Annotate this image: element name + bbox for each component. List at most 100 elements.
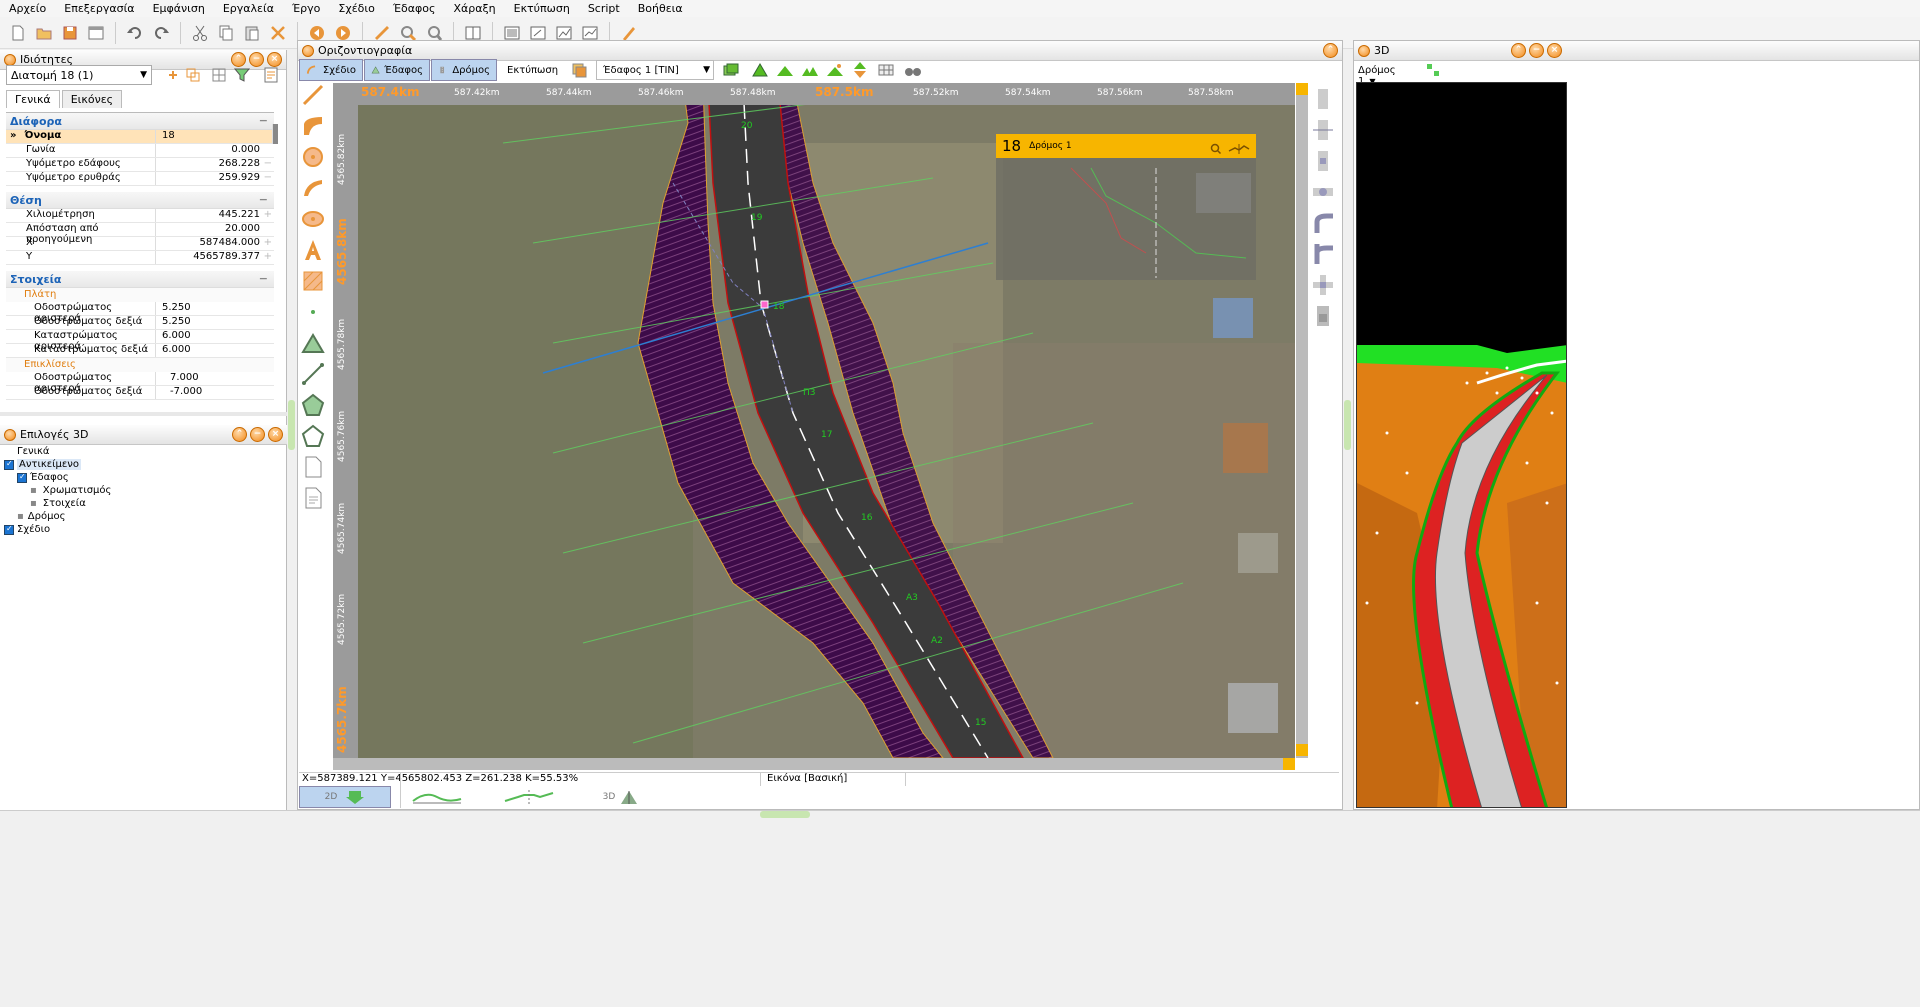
close-button[interactable]: × [1547,43,1562,58]
checkbox[interactable] [4,524,14,535]
break-line-tool[interactable] [299,359,327,388]
ellipse-tool[interactable] [299,204,327,233]
triangle-tool[interactable] [299,328,327,357]
road-tool-8[interactable] [1310,302,1336,330]
property-row[interactable]: Υψόμετρο εδάφους 268.228− [6,158,274,172]
paste-button[interactable] [240,21,264,45]
report-icon[interactable] [262,66,280,84]
grid-toggle-icon[interactable] [1426,63,1440,77]
terrain-tool-3[interactable] [773,59,797,81]
menu-file[interactable]: Αρχείο [0,0,55,17]
copy-props-icon[interactable] [184,66,202,84]
road-tool-7[interactable] [1310,271,1336,299]
terrain-tool-6[interactable] [848,59,872,81]
document-tool[interactable] [299,452,327,481]
hatch-tool[interactable] [299,266,327,295]
menu-print[interactable]: Εκτύπωση [505,0,579,17]
terrain-tool-4[interactable] [798,59,822,81]
menu-script[interactable]: Script [579,0,629,17]
tab-3d[interactable]: 3D [575,786,667,808]
property-value[interactable]: 18 [156,130,274,143]
checkbox[interactable] [17,472,27,483]
properties-button[interactable] [84,21,108,45]
subsection-slopes[interactable]: Επικλίσεις [6,358,274,372]
property-value[interactable]: 268.228− [156,158,274,171]
property-row[interactable]: Οδοστρώματος αριστερά 7.000 [6,372,274,394]
terrain-tool-2[interactable] [748,59,772,81]
terrain-tool-7[interactable] [873,59,899,81]
road-tool-2[interactable] [1310,116,1336,144]
left-splitter-handle[interactable] [288,400,295,450]
layers-button[interactable] [563,59,595,81]
property-row[interactable]: Οδοστρώματος δεξιά -7.000 [6,386,274,400]
circle-tool[interactable] [299,142,327,171]
section-position[interactable]: Θέση − [6,192,274,209]
arc-tool[interactable] [299,111,327,140]
tab-images[interactable]: Εικόνες [61,90,123,108]
road-tool-4[interactable] [1310,178,1336,206]
tab-cross-section[interactable] [483,786,575,808]
horizontal-splitter[interactable] [0,412,287,416]
cut-button[interactable] [188,21,212,45]
property-row[interactable]: Οδοστρώματος δεξιά 5.250 [6,316,274,330]
section-elements[interactable]: Στοιχεία − [6,271,274,288]
menu-tools[interactable]: Εργαλεία [214,0,283,17]
object-selector[interactable]: Διατομή 18 (1) ▼ [6,65,152,85]
tree-item[interactable]: ▪ Χρωματισμός [0,484,287,497]
menu-terrain[interactable]: Έδαφος [384,0,445,17]
subsection-widths[interactable]: Πλάτη [6,288,274,302]
close-button[interactable]: × [268,427,283,442]
tree-item[interactable]: ▪ Δρόμος [0,510,287,523]
property-value[interactable]: 6.000 [156,344,274,357]
property-value[interactable]: 587484.000 + [156,237,274,250]
point-tool[interactable] [299,297,327,326]
property-value[interactable]: 4565789.377 + [156,251,274,264]
property-value[interactable]: 5.250 [156,316,274,329]
property-row[interactable]: Καταστρώματος αριστερά 6.000 [6,330,274,352]
menu-edit[interactable]: Επεξεργασία [55,0,143,17]
tab-road[interactable]: Δρόμος [431,59,497,81]
copy-button[interactable] [214,21,238,45]
property-value[interactable]: 7.000 [156,372,274,385]
boundary-tool[interactable] [299,421,327,450]
polygon-tool[interactable] [299,390,327,419]
redo-button[interactable] [149,21,173,45]
scroll-right-button[interactable] [1283,758,1295,770]
tree-item[interactable]: ▪ Στοιχεία [0,497,287,510]
text-tool[interactable] [299,235,327,264]
property-row[interactable]: Οδοστρώματος αριστερά 5.250 [6,302,274,324]
section-misc[interactable]: Διάφορα − [6,113,274,130]
tab-profile[interactable] [391,786,483,808]
property-row[interactable]: X 587484.000 + [6,237,274,251]
float-button[interactable]: − [1529,43,1544,58]
collapse-button[interactable]: ⌃ [1323,43,1338,58]
menu-view[interactable]: Εμφάνιση [144,0,214,17]
binoculars-button[interactable] [900,59,926,81]
section-marker[interactable] [760,300,769,309]
right-splitter-handle[interactable] [1344,400,1351,450]
grid-icon[interactable] [210,66,228,84]
tab-2d[interactable]: 2D [299,786,391,808]
section-profile-icon[interactable] [1228,143,1250,155]
scroll-down-button[interactable] [1296,744,1308,756]
property-row[interactable]: Y 4565789.377 + [6,251,274,265]
pin-icon[interactable] [164,66,182,84]
menu-drawing[interactable]: Σχέδιο [329,0,383,17]
map-vertical-scrollbar[interactable] [1296,83,1308,758]
checkbox[interactable] [4,459,14,470]
view3d-canvas[interactable] [1356,82,1567,808]
terrain-tool-1[interactable] [715,59,747,81]
menu-help[interactable]: Βοήθεια [629,0,692,17]
tree-item[interactable]: Έδαφος [0,471,287,484]
property-value[interactable]: 0.000 [156,144,274,157]
document-text-tool[interactable] [299,483,327,512]
new-file-button[interactable] [6,21,30,45]
undo-button[interactable] [123,21,147,45]
open-file-button[interactable] [32,21,56,45]
menu-project[interactable]: Έργο [283,0,329,17]
map-horizontal-scrollbar[interactable] [333,758,1295,770]
tab-general[interactable]: Γενικά [6,90,60,108]
property-value[interactable]: 259.929− [156,172,274,185]
terrain-selector[interactable]: Έδαφος 1 [TIN] ▼ [596,60,714,80]
property-value[interactable]: -7.000 [156,386,274,399]
